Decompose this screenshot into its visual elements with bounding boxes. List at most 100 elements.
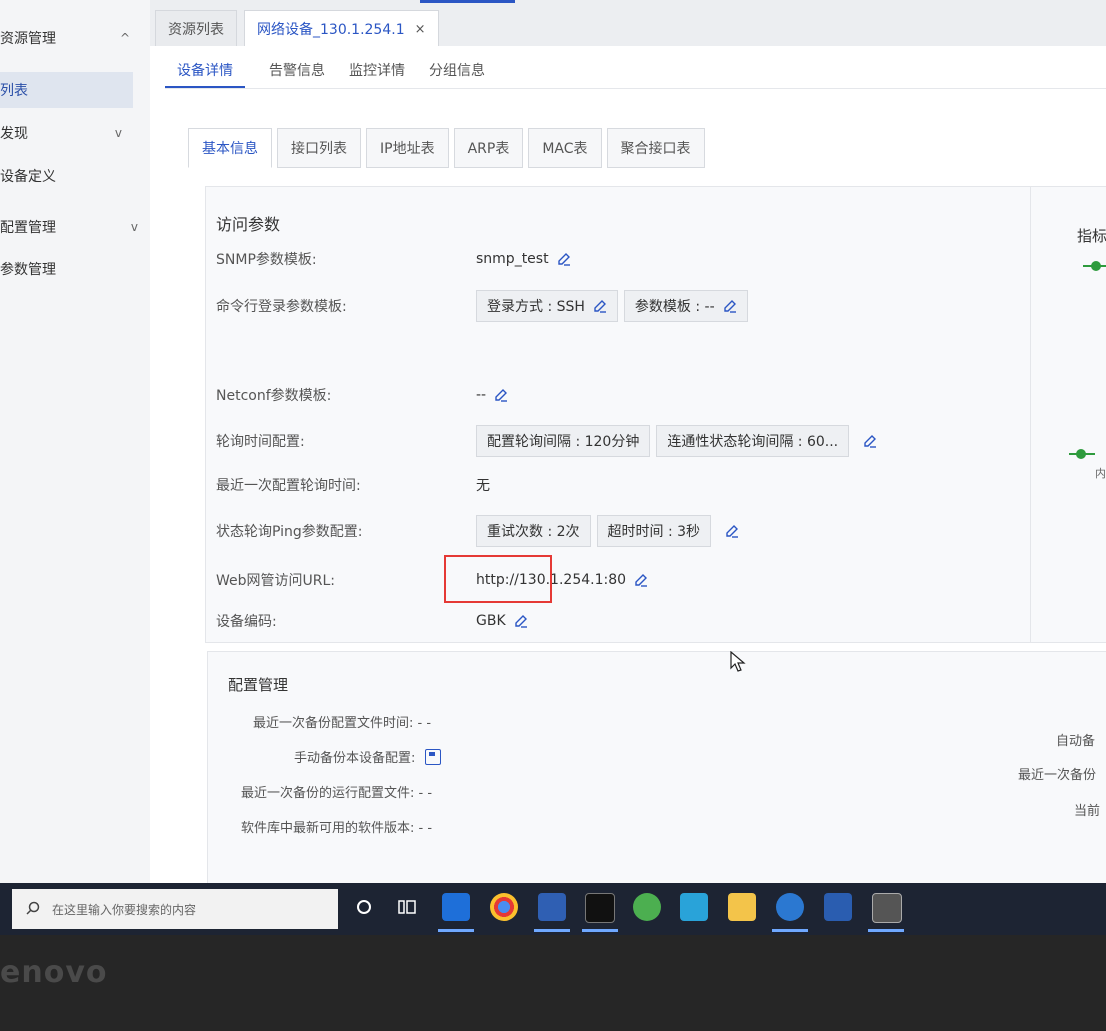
edit-icon[interactable]	[725, 524, 739, 538]
edit-icon[interactable]	[863, 434, 877, 448]
task-view-icon[interactable]	[393, 893, 421, 921]
field-label: SNMP参数模板:	[216, 252, 317, 268]
sidebar-item-label: 发现	[0, 126, 28, 142]
field-value-wrap: --	[476, 387, 508, 403]
status-dot	[1091, 261, 1101, 271]
sidebar-item-list[interactable]: 列表	[0, 72, 133, 108]
config-mgmt-panel: 配置管理 最近一次备份配置文件时间: - - 手动备份本设备配置: 最近一次备份…	[207, 651, 1106, 890]
metrics-sub-label: 内	[1095, 467, 1106, 480]
device-encoding-row: 设备编码: GBK	[216, 611, 528, 631]
last-running-config-value: - -	[418, 786, 433, 801]
remote-desktop-icon[interactable]	[872, 893, 902, 923]
last-backup-right-label: 最近一次备份	[1018, 768, 1097, 783]
field-label: 轮询时间配置:	[216, 434, 305, 450]
save-icon[interactable]	[425, 748, 442, 765]
sidebar-item-label: 参数管理	[0, 262, 56, 278]
last-poll-time-row: 最近一次配置轮询时间: 无	[216, 475, 490, 495]
chat-app-icon[interactable]	[633, 893, 661, 921]
field-label: 最近一次备份配置文件时间:	[253, 716, 414, 731]
app-screen: 资源管理 ^ 列表 发现 v 设备定义 配置管理 v 参数管理 资源列表 网络设…	[0, 0, 1106, 890]
param-template-chip: 参数模板 : --	[623, 290, 748, 322]
sidebar-item-discover[interactable]: 发现 v	[0, 115, 140, 151]
sidebar-item-label: 设备定义	[0, 169, 56, 185]
tab-arp-table[interactable]: ARP表	[453, 128, 524, 168]
edit-icon[interactable]	[723, 299, 737, 313]
field-value-wrap: 配置轮询间隔 : 120分钟 连通性状态轮询间隔 : 60...	[476, 425, 877, 457]
chip-label: 参数模板 : --	[634, 299, 715, 315]
chevron-up-icon: ^	[119, 31, 130, 45]
messenger-icon[interactable]	[680, 893, 708, 921]
edit-icon[interactable]	[514, 614, 528, 628]
tab-label: 资源列表	[168, 22, 224, 38]
monitor-bezel	[0, 935, 1106, 1031]
divider	[165, 88, 1106, 89]
tab-network-device[interactable]: 网络设备_130.1.254.1 ×	[244, 10, 439, 47]
tab-interface-list[interactable]: 接口列表	[277, 128, 361, 168]
taskbar-search[interactable]: 在这里输入你要搜索的内容	[12, 889, 338, 929]
panel-title: 配置管理	[228, 676, 289, 694]
connectivity-poll-interval-chip: 连通性状态轮询间隔 : 60...	[656, 425, 850, 457]
tab-monitor-details[interactable]: 监控详情	[349, 52, 405, 88]
last-backup-time-value: - -	[417, 716, 432, 731]
chrome-icon[interactable]	[490, 893, 518, 921]
active-indicator	[582, 929, 618, 932]
config-poll-interval-chip: 配置轮询间隔 : 120分钟	[476, 425, 651, 457]
field-value-wrap: GBK	[476, 613, 528, 629]
sidebar-item-device-definition[interactable]: 设备定义	[0, 158, 140, 194]
active-indicator	[438, 929, 474, 932]
status-dot	[1076, 449, 1086, 459]
active-indicator	[772, 929, 808, 932]
edit-icon[interactable]	[557, 252, 571, 266]
poll-time-row: 轮询时间配置: 配置轮询间隔 : 120分钟 连通性状态轮询间隔 : 60...	[216, 425, 877, 457]
sidebar-item-resource-mgmt[interactable]: 资源管理 ^	[0, 20, 140, 56]
chevron-down-icon: v	[114, 126, 122, 140]
terminal-icon[interactable]	[585, 893, 615, 923]
field-label: Web网管访问URL:	[216, 573, 336, 589]
sidebar-item-param-mgmt[interactable]: 参数管理	[0, 251, 140, 287]
brand-logo: enovo	[0, 955, 108, 990]
top-indicator	[420, 0, 515, 3]
file-explorer-icon[interactable]	[728, 893, 756, 921]
field-value-wrap: 重试次数 : 2次 超时时间 : 3秒	[476, 515, 739, 547]
close-icon[interactable]: ×	[415, 22, 426, 37]
tab-resource-list[interactable]: 资源列表	[155, 10, 237, 47]
field-value-wrap: snmp_test	[476, 251, 571, 267]
network-app-icon[interactable]	[538, 893, 566, 921]
sidebar-item-label: 配置管理	[0, 220, 56, 236]
tab-group-info[interactable]: 分组信息	[429, 52, 485, 88]
tab-aggregate-interface-table[interactable]: 聚合接口表	[606, 128, 705, 168]
active-indicator	[868, 929, 904, 932]
last-running-config-row: 最近一次备份的运行配置文件: - -	[241, 782, 432, 801]
field-label: 手动备份本设备配置:	[294, 751, 416, 766]
sidebar-item-config-mgmt[interactable]: 配置管理 v	[0, 209, 140, 245]
tab-ip-address-table[interactable]: IP地址表	[366, 128, 449, 168]
last-backup-time-row: 最近一次备份配置文件时间: - -	[253, 712, 431, 731]
inner-tabs: 基本信息 接口列表 IP地址表 ARP表 MAC表 聚合接口表	[188, 128, 710, 168]
tab-basic-info[interactable]: 基本信息	[188, 128, 272, 168]
sidebar-item-label: 资源管理	[0, 31, 56, 47]
ie-browser-icon[interactable]	[442, 893, 470, 921]
manual-backup-row: 手动备份本设备配置:	[294, 747, 442, 766]
cortana-icon[interactable]	[350, 893, 378, 921]
taskbar: 在这里输入你要搜索的内容	[0, 883, 1106, 935]
sub-tabs: 设备详情 告警信息 监控详情 分组信息	[165, 52, 509, 88]
tab-device-details[interactable]: 设备详情	[165, 52, 245, 88]
retry-count-chip: 重试次数 : 2次	[476, 515, 591, 547]
tab-mac-table[interactable]: MAC表	[528, 128, 602, 168]
tab-alarm-info[interactable]: 告警信息	[269, 52, 325, 88]
word-icon[interactable]	[824, 893, 852, 921]
current-label: 当前	[1074, 804, 1101, 819]
save-icon-inner	[429, 751, 436, 756]
field-value-wrap: 登录方式 : SSH 参数模板 : --	[476, 290, 754, 322]
latest-software-value: - -	[418, 821, 433, 836]
device-encoding-value: GBK	[476, 613, 506, 629]
field-label: 状态轮询Ping参数配置:	[216, 524, 363, 540]
edit-icon[interactable]	[634, 573, 648, 587]
edge-browser-icon[interactable]	[776, 893, 804, 921]
sidebar: 资源管理 ^ 列表 发现 v 设备定义 配置管理 v 参数管理	[0, 0, 151, 890]
edit-icon[interactable]	[593, 299, 607, 313]
mouse-cursor-icon	[730, 650, 746, 677]
timeout-chip: 超时时间 : 3秒	[596, 515, 712, 547]
edit-icon[interactable]	[494, 388, 508, 402]
search-placeholder: 在这里输入你要搜索的内容	[52, 902, 197, 917]
